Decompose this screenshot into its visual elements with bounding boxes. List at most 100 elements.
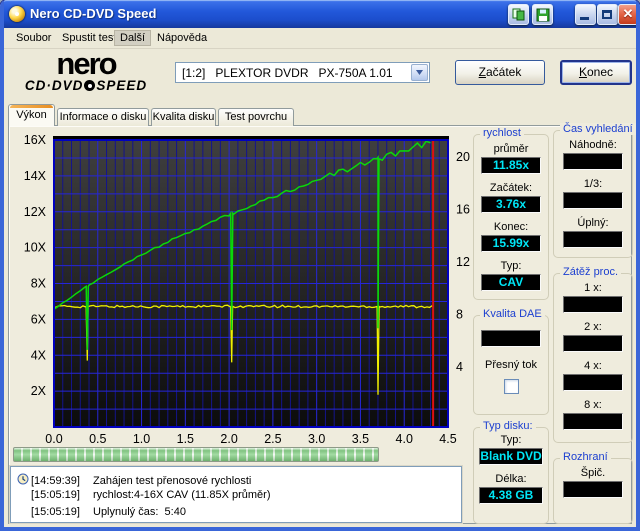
svg-text:12X: 12X [24, 205, 47, 219]
nero-logo-text: nero [56, 46, 117, 81]
tab-test-povrchu[interactable]: Test povrchu [218, 108, 294, 126]
minimize-button[interactable] [575, 4, 596, 25]
zatez-4x-value [563, 374, 623, 391]
window-title: Nero CD-DVD Speed [30, 6, 157, 21]
log-line: [15:05:19] rychlost:4-16X CAV (11.85X prů… [31, 489, 271, 501]
disk-typ-value: Blank DVD [479, 448, 543, 465]
svg-text:1.5: 1.5 [177, 432, 194, 446]
svg-text:10X: 10X [24, 241, 47, 255]
svg-text:3.5: 3.5 [352, 432, 369, 446]
transfer-rate-chart: 2X 4X 6X 8X 10X 12X 14X 16X 4 8 12 16 20 0.0 0.5 1.0 1.5… [24, 133, 470, 446]
kvalita-dae-group: Kvalita DAE Přesný tok [473, 308, 549, 415]
tab-vykon[interactable]: Výkon [8, 104, 55, 126]
menu-soubor[interactable]: Soubor [10, 30, 57, 46]
uplny-value [563, 231, 623, 248]
title-bar: Nero CD-DVD Speed ✕ [0, 0, 640, 28]
svg-text:2.5: 2.5 [264, 432, 281, 446]
close-button[interactable]: ✕ [618, 4, 638, 25]
presny-tok-checkbox[interactable] [503, 379, 519, 394]
log-line: [15:05:19] Uplynulý čas: 5:40 [31, 506, 186, 518]
uplny-label: Úplný: [577, 217, 609, 229]
svg-text:2.0: 2.0 [220, 432, 237, 446]
presny-tok-label: Přesný tok [485, 359, 537, 371]
menu-spustit-test[interactable]: Spustit test [56, 30, 122, 46]
spic-value [563, 481, 623, 498]
konec-label: Konec: [493, 221, 529, 233]
menu-napoveda[interactable]: Nápověda [151, 30, 213, 46]
drive-select-arrow[interactable] [411, 64, 428, 81]
svg-text:14X: 14X [24, 169, 47, 183]
app-icon[interactable] [9, 6, 25, 22]
drive-select-value: [1:2] PLEXTOR DVDR PX-750A 1.01 [182, 66, 393, 80]
svg-text:16X: 16X [24, 133, 47, 147]
maximize-button[interactable] [597, 4, 618, 25]
tretina-label: 1/3: [583, 178, 603, 190]
zatez-1x-value [563, 296, 623, 313]
kvalita-dae-title: Kvalita DAE [480, 308, 545, 320]
svg-text:8X: 8X [31, 277, 47, 291]
stop-button[interactable]: Konec [560, 60, 632, 85]
disc-icon [84, 80, 96, 91]
prumer-value: 11.85x [481, 157, 541, 174]
svg-text:16: 16 [456, 203, 470, 217]
svg-text:0.0: 0.0 [45, 432, 62, 446]
progress-bar [13, 447, 379, 462]
svg-text:4X: 4X [31, 348, 47, 362]
cas-vyhledani-group: Čas vyhledání Náhodně: 1/3: Úplný: [553, 123, 636, 258]
start-button[interactable]: Začátek [455, 60, 545, 85]
tretina-value [563, 192, 623, 209]
zatez-4x-label: 4 x: [584, 360, 602, 372]
maximize-icon [602, 10, 612, 19]
zatez-1x-label: 1 x: [584, 282, 602, 294]
drive-select[interactable]: [1:2] PLEXTOR DVDR PX-750A 1.01 [175, 62, 430, 83]
tab-kvalita-disku[interactable]: Kvalita disku [151, 108, 216, 126]
zatez-proc-title: Zátěž proc. [560, 266, 622, 278]
delka-label: Délka: [495, 473, 527, 485]
konec-value: 15.99x [481, 235, 541, 252]
disk-typ-label: Typ: [500, 434, 522, 446]
svg-text:3.0: 3.0 [308, 432, 325, 446]
prumer-label: průměr [493, 143, 529, 155]
minimize-icon [580, 17, 589, 20]
copy-button[interactable] [508, 4, 529, 25]
clock-icon [17, 473, 29, 485]
log-listbox[interactable]: [14:59:39] Zahájen test přenosové rychlos… [10, 466, 462, 523]
save-button[interactable] [532, 4, 553, 25]
zacatek-label: Začátek: [489, 182, 533, 194]
menu-bar: Soubor Spustit test Další Nápověda [4, 28, 636, 49]
zacatek-value: 3.76x [481, 196, 541, 213]
spic-label: Špič. [580, 467, 606, 479]
svg-text:4.0: 4.0 [396, 432, 413, 446]
zatez-8x-label: 8 x: [584, 399, 602, 411]
app-window: Nero CD-DVD Speed ✕ Soubor Spustit test … [0, 0, 640, 531]
rozhrani-group: Rozhraní Špič. [553, 451, 633, 524]
nahodne-value [563, 153, 623, 170]
rychlost-title: rychlost [480, 127, 524, 139]
rychlost-group: rychlost průměr 11.85x Začátek: 3.76x Ko… [473, 127, 549, 300]
svg-text:4.5: 4.5 [439, 432, 456, 446]
copy-icon [512, 8, 525, 21]
svg-text:20: 20 [456, 150, 470, 164]
typ-label: Typ: [500, 260, 522, 272]
typ-disku-group: Typ disku: Typ: Blank DVD Délka: 4.38 GB [473, 420, 549, 524]
tab-informace-o-disku[interactable]: Informace o disku [57, 108, 149, 126]
cddvd-speed-text: CD·DVD SPEED [24, 78, 148, 93]
nero-logo: nero CD·DVD SPEED [16, 46, 156, 93]
svg-text:2X: 2X [31, 384, 47, 398]
svg-text:12: 12 [456, 255, 470, 269]
save-icon [536, 8, 550, 22]
cas-vyhledani-title: Čas vyhledání [560, 123, 636, 135]
svg-text:6X: 6X [31, 312, 47, 326]
typ-disku-title: Typ disku: [480, 420, 536, 432]
svg-text:0.5: 0.5 [89, 432, 106, 446]
zatez-8x-value [563, 413, 623, 430]
delka-value: 4.38 GB [479, 487, 543, 504]
kvalita-dae-value [481, 330, 541, 347]
svg-text:1.0: 1.0 [133, 432, 150, 446]
rozhrani-title: Rozhraní [560, 451, 611, 463]
zatez-2x-label: 2 x: [584, 321, 602, 333]
chevron-down-icon [416, 70, 423, 75]
close-icon: ✕ [622, 6, 634, 21]
svg-text:4: 4 [456, 360, 463, 374]
menu-dalsi[interactable]: Další [114, 30, 152, 46]
